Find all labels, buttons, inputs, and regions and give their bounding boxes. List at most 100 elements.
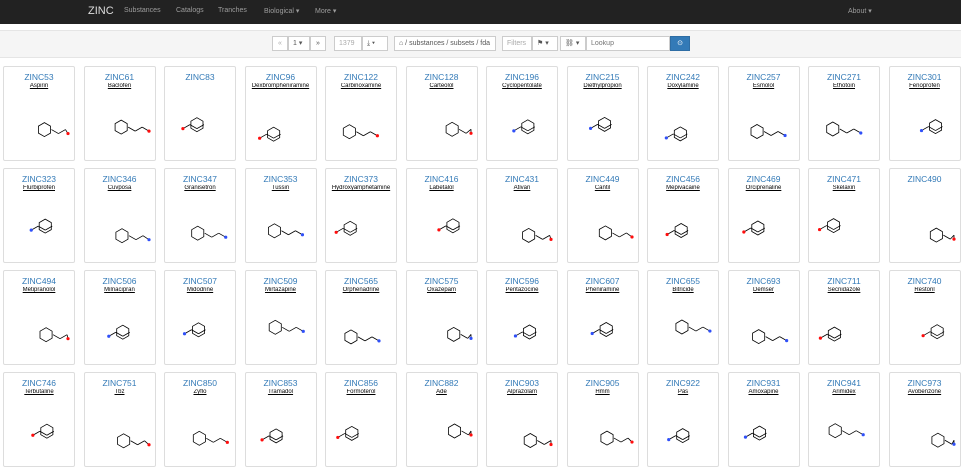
zinc-id-link[interactable]: ZINC83: [165, 72, 235, 82]
zinc-id-link[interactable]: ZINC903: [487, 378, 557, 388]
substance-name-link[interactable]: Granisetron: [165, 185, 235, 191]
next-page-button[interactable]: »: [310, 36, 326, 51]
substance-card[interactable]: ZINC53 Aspirin: [3, 66, 75, 161]
substance-card[interactable]: ZINC242 Doxylamine: [647, 66, 719, 161]
zinc-id-link[interactable]: ZINC850: [165, 378, 235, 388]
substance-card[interactable]: ZINC494 Metipranolol: [3, 270, 75, 365]
substance-card[interactable]: ZINC469 Orciprenaline: [727, 168, 800, 263]
prev-page-button[interactable]: «: [272, 36, 288, 51]
substance-name-link[interactable]: Mirtazapine: [246, 287, 316, 293]
substance-card[interactable]: ZINC456 Mepivacaine: [647, 168, 719, 263]
zinc-id-link[interactable]: ZINC711: [809, 276, 879, 286]
substance-card[interactable]: ZINC509 Mirtazapine: [244, 270, 317, 365]
tag-dropdown[interactable]: ⚑ ▾: [532, 36, 558, 51]
zinc-id-link[interactable]: ZINC751: [85, 378, 155, 388]
zinc-id-link[interactable]: ZINC301: [890, 72, 960, 82]
substance-name-link[interactable]: Carteolol: [407, 83, 477, 89]
zinc-id-link[interactable]: ZINC346: [85, 174, 155, 184]
substance-card[interactable]: ZINC565 Orphenadrine: [325, 270, 397, 365]
substance-card[interactable]: ZINC607 Pheniramine: [566, 270, 639, 365]
substance-name-link[interactable]: Hydroxyamphetamine: [326, 185, 396, 191]
zinc-id-link[interactable]: ZINC257: [729, 72, 799, 82]
zinc-id-link[interactable]: ZINC96: [246, 72, 316, 82]
substance-name-link[interactable]: Esmolol: [729, 83, 799, 89]
link-dropdown[interactable]: ⛓ ▾: [560, 36, 586, 51]
substance-card[interactable]: ZINC740 Restoril: [888, 270, 961, 365]
substance-name-link[interactable]: Ativan: [487, 185, 557, 191]
substance-name-link[interactable]: Cantil: [568, 185, 638, 191]
nav-catalogs[interactable]: Catalogs: [176, 7, 204, 14]
zinc-id-link[interactable]: ZINC565: [326, 276, 396, 286]
substance-name-link[interactable]: Demser: [729, 287, 799, 293]
zinc-id-link[interactable]: ZINC882: [407, 378, 477, 388]
substance-name-link[interactable]: Tussin: [246, 185, 316, 191]
substance-name-link[interactable]: Aspirin: [4, 83, 74, 89]
zinc-id-link[interactable]: ZINC353: [246, 174, 316, 184]
substance-card[interactable]: ZINC751 Tbz: [83, 372, 156, 467]
substance-card[interactable]: ZINC905 Hmm: [566, 372, 639, 467]
substance-name-link[interactable]: Mepivacaine: [648, 185, 718, 191]
zinc-id-link[interactable]: ZINC449: [568, 174, 638, 184]
substance-card[interactable]: ZINC128 Carteolol: [405, 66, 478, 161]
substance-name-link[interactable]: Fenoprofen: [890, 83, 960, 89]
substance-name-link[interactable]: Ethotoin: [809, 83, 879, 89]
substance-name-link[interactable]: Dexbrompheniramine: [246, 83, 316, 89]
nav-about-dropdown[interactable]: About ▾: [848, 7, 872, 15]
zinc-id-link[interactable]: ZINC655: [648, 276, 718, 286]
substance-name-link[interactable]: Cuvposa: [85, 185, 155, 191]
zinc-id-link[interactable]: ZINC196: [487, 72, 557, 82]
zinc-id-link[interactable]: ZINC53: [4, 72, 74, 82]
substance-card[interactable]: ZINC301 Fenoprofen: [888, 66, 961, 161]
zinc-id-link[interactable]: ZINC746: [4, 378, 74, 388]
substance-name-link[interactable]: Metipranolol: [4, 287, 74, 293]
page-select[interactable]: 1 ▾: [288, 36, 310, 51]
zinc-id-link[interactable]: ZINC922: [648, 378, 718, 388]
substance-card[interactable]: ZINC215 Diethylpropion: [566, 66, 639, 161]
filters-button[interactable]: Filters: [502, 36, 532, 51]
zinc-id-link[interactable]: ZINC509: [246, 276, 316, 286]
substance-name-link[interactable]: Secnidazole: [809, 287, 879, 293]
download-dropdown[interactable]: ⤓ ▾: [362, 36, 388, 51]
zinc-id-link[interactable]: ZINC506: [85, 276, 155, 286]
substance-card[interactable]: ZINC850 Zyflo: [164, 372, 236, 467]
substance-name-link[interactable]: Skelaxin: [809, 185, 879, 191]
substance-name-link[interactable]: Pheniramine: [568, 287, 638, 293]
substance-name-link[interactable]: Orphenadrine: [326, 287, 396, 293]
zinc-id-link[interactable]: ZINC347: [165, 174, 235, 184]
zinc-id-link[interactable]: ZINC973: [890, 378, 960, 388]
zinc-id-link[interactable]: ZINC507: [165, 276, 235, 286]
substance-card[interactable]: ZINC431 Ativan: [486, 168, 558, 263]
zinc-id-link[interactable]: ZINC323: [4, 174, 74, 184]
substance-name-link[interactable]: Tramadol: [246, 389, 316, 395]
substance-card[interactable]: ZINC96 Dexbrompheniramine: [244, 66, 317, 161]
zinc-id-link[interactable]: ZINC607: [568, 276, 638, 286]
zinc-id-link[interactable]: ZINC271: [809, 72, 879, 82]
nav-more-dropdown[interactable]: More ▾: [315, 7, 336, 15]
zinc-id-link[interactable]: ZINC941: [809, 378, 879, 388]
substance-card[interactable]: ZINC347 Granisetron: [164, 168, 236, 263]
substance-name-link[interactable]: Bitricide: [648, 287, 718, 293]
zinc-id-link[interactable]: ZINC122: [326, 72, 396, 82]
zinc-id-link[interactable]: ZINC416: [407, 174, 477, 184]
substance-name-link[interactable]: Arimidex: [809, 389, 879, 395]
substance-name-link[interactable]: Ade: [407, 389, 477, 395]
substance-name-link[interactable]: Terbutaline: [4, 389, 74, 395]
substance-card[interactable]: ZINC346 Cuvposa: [83, 168, 156, 263]
substance-card[interactable]: ZINC922 Pas: [647, 372, 719, 467]
substance-card[interactable]: ZINC507 Midodrine: [164, 270, 236, 365]
substance-name-link[interactable]: Avobenzone: [890, 389, 960, 395]
substance-card[interactable]: ZINC490: [888, 168, 961, 263]
zinc-id-link[interactable]: ZINC373: [326, 174, 396, 184]
substance-card[interactable]: ZINC353 Tussin: [244, 168, 317, 263]
zinc-id-link[interactable]: ZINC596: [487, 276, 557, 286]
brand-link[interactable]: ZINC: [88, 5, 114, 17]
zinc-id-link[interactable]: ZINC128: [407, 72, 477, 82]
path-breadcrumb[interactable]: ⌂ / substances / subsets / fda: [394, 36, 496, 51]
substance-card[interactable]: ZINC416 Labetalol: [405, 168, 478, 263]
zinc-id-link[interactable]: ZINC693: [729, 276, 799, 286]
substance-name-link[interactable]: Pas: [648, 389, 718, 395]
substance-card[interactable]: ZINC506 Milnacipran: [83, 270, 156, 365]
zinc-id-link[interactable]: ZINC61: [85, 72, 155, 82]
zinc-id-link[interactable]: ZINC931: [729, 378, 799, 388]
zinc-id-link[interactable]: ZINC456: [648, 174, 718, 184]
